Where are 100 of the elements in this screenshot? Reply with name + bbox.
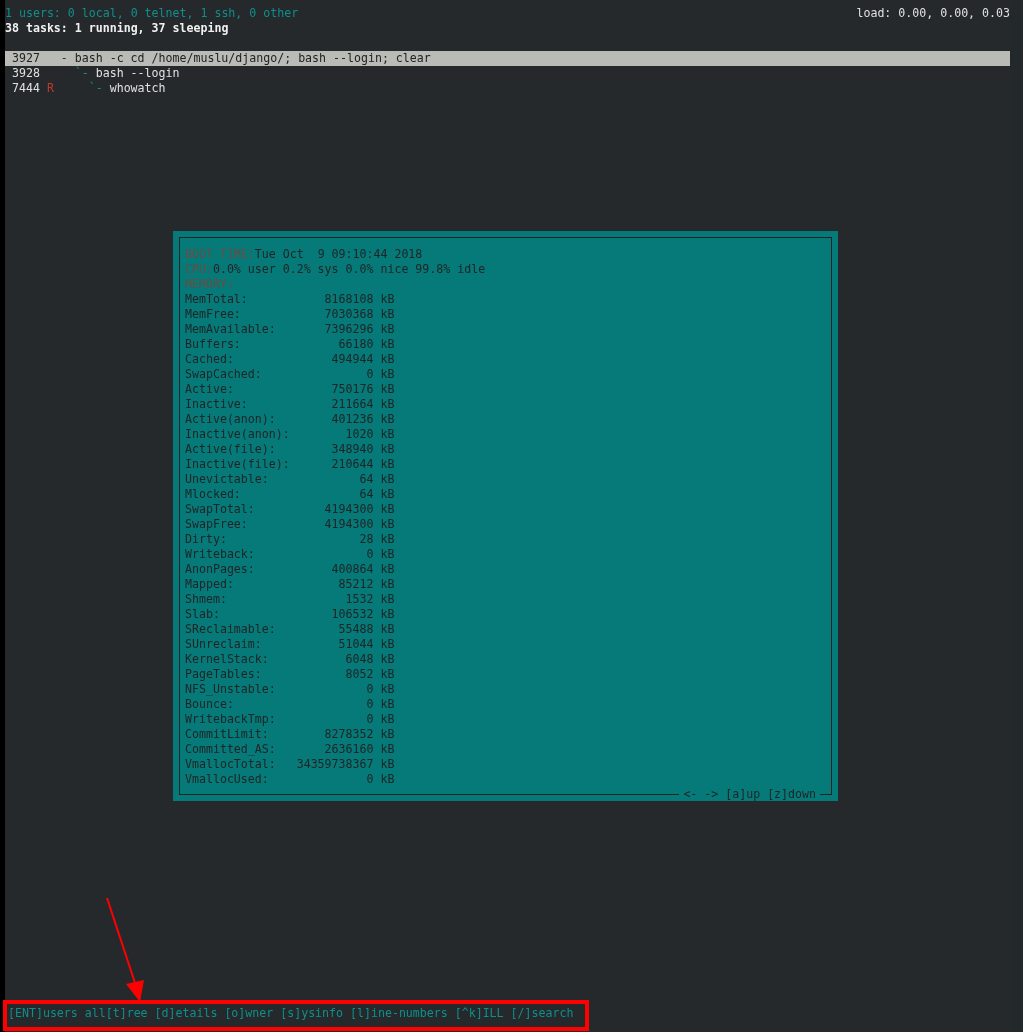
- memory-field-name: Active(file):: [185, 442, 277, 457]
- memory-field-value: 0: [365, 697, 374, 712]
- memory-field-name: Cached:: [185, 352, 235, 367]
- memory-field-name: SwapFree:: [185, 517, 249, 532]
- memory-field-name: Mapped:: [185, 577, 235, 592]
- memory-unit: kB: [380, 667, 395, 682]
- memory-field-name: SUnreclaim:: [185, 637, 263, 652]
- memory-field-value: 0: [365, 367, 374, 382]
- memory-field-value: 66180: [337, 337, 374, 352]
- memory-field-name: AnonPages:: [185, 562, 256, 577]
- memory-field-name: KernelStack:: [185, 652, 270, 667]
- memory-field-value: 28: [358, 532, 374, 547]
- memory-field-value: 106532: [330, 607, 374, 622]
- tasks-summary: 38 tasks: 1 running, 37 sleeping: [5, 21, 229, 36]
- memory-unit: kB: [380, 772, 395, 787]
- memory-field-value: 401236: [330, 412, 374, 427]
- memory-field-value: 750176: [330, 382, 374, 397]
- memory-field-value: 7030368: [323, 307, 374, 322]
- memory-unit: kB: [380, 292, 395, 307]
- memory-field-value: 8052: [344, 667, 374, 682]
- memory-field-value: 0: [365, 547, 374, 562]
- memory-unit: kB: [380, 412, 395, 427]
- memory-field-value: 211664: [330, 397, 374, 412]
- memory-field-value: 0: [365, 682, 374, 697]
- scroll-hint: <- -> [a]up [z]down: [679, 788, 820, 801]
- load-average: load: 0.00, 0.00, 0.03: [856, 6, 1010, 21]
- memory-field-value: 4194300: [323, 517, 374, 532]
- memory-unit: kB: [380, 307, 395, 322]
- memory-field-name: Unevictable:: [185, 472, 270, 487]
- memory-field-name: MemFree:: [185, 307, 242, 322]
- memory-field-value: 64: [358, 487, 374, 502]
- memory-field-value: 34359738367: [296, 757, 374, 772]
- memory-field-name: CommitLimit:: [185, 727, 270, 742]
- memory-unit: kB: [380, 517, 395, 532]
- memory-unit: kB: [380, 442, 395, 457]
- memory-field-value: 8168108: [323, 292, 374, 307]
- memory-field-name: Committed_AS:: [185, 742, 277, 757]
- memory-unit: kB: [380, 337, 395, 352]
- memory-field-name: NFS_Unstable:: [185, 682, 277, 697]
- memory-field-value: 210644: [330, 457, 374, 472]
- memory-unit: kB: [380, 712, 395, 727]
- memory-unit: kB: [380, 322, 395, 337]
- memory-field-name: Active:: [185, 382, 235, 397]
- memory-unit: kB: [380, 697, 395, 712]
- memory-field-name: Writeback:: [185, 547, 256, 562]
- memory-field-name: Dirty:: [185, 532, 228, 547]
- memory-field-name: Shmem:: [185, 592, 228, 607]
- memory-unit: kB: [380, 637, 395, 652]
- memory-unit: kB: [380, 682, 395, 697]
- memory-unit: kB: [380, 382, 395, 397]
- process-row[interactable]: 7444 R `- whowatch: [5, 81, 1010, 96]
- memory-field-value: 2636160: [323, 742, 374, 757]
- memory-field-name: Mlocked:: [185, 487, 242, 502]
- memory-field-name: Inactive:: [185, 397, 249, 412]
- memory-field-name: MemTotal:: [185, 292, 249, 307]
- process-row[interactable]: 3927 - bash -c cd /home/muslu/django/; bash --login; clear: [5, 51, 1010, 66]
- memory-field-name: SwapCached:: [185, 367, 263, 382]
- memory-unit: kB: [380, 727, 395, 742]
- process-row[interactable]: 3928 `- bash --login: [5, 66, 1010, 81]
- memory-field-name: VmallocTotal:: [185, 757, 277, 772]
- memory-unit: kB: [380, 607, 395, 622]
- memory-field-value: 64: [358, 472, 374, 487]
- memory-unit: kB: [380, 457, 395, 472]
- memory-unit: kB: [380, 547, 395, 562]
- memory-field-name: Inactive(file):: [185, 457, 291, 472]
- memory-field-name: Bounce:: [185, 697, 235, 712]
- memory-field-value: 51044: [337, 637, 374, 652]
- memory-unit: kB: [380, 652, 395, 667]
- memory-unit: kB: [380, 562, 395, 577]
- memory-field-name: Inactive(anon):: [185, 427, 291, 442]
- memory-unit: kB: [380, 427, 395, 442]
- memory-field-value: 400864: [330, 562, 374, 577]
- cpu-usage: 0.0% user 0.2% sys 0.0% nice 99.8% idle: [212, 262, 486, 277]
- memory-field-name: VmallocUsed:: [185, 772, 270, 787]
- memory-unit: kB: [380, 622, 395, 637]
- memory-field-name: SwapTotal:: [185, 502, 256, 517]
- memory-field-value: 85212: [337, 577, 374, 592]
- boot-time-label: BOOT TIME:: [185, 247, 255, 262]
- memory-field-value: 0: [365, 772, 374, 787]
- memory-unit: kB: [380, 502, 395, 517]
- memory-field-name: MemAvailable:: [185, 322, 277, 337]
- memory-field-value: 0: [365, 712, 374, 727]
- memory-field-value: 7396296: [323, 322, 374, 337]
- memory-label: MEMORY:: [185, 277, 234, 292]
- memory-unit: kB: [380, 592, 395, 607]
- key-help-text: [ENT]users all[t]ree [d]etails [o]wner [s]ysinfo [l]ine-numbers [^k]ILL [/]search: [8, 1006, 574, 1020]
- memory-field-name: WritebackTmp:: [185, 712, 277, 727]
- memory-field-name: PageTables:: [185, 667, 263, 682]
- memory-field-value: 6048: [344, 652, 374, 667]
- boot-time-value: Tue Oct 9 09:10:44 2018: [254, 247, 423, 262]
- memory-field-value: 1020: [344, 427, 374, 442]
- memory-field-name: Slab:: [185, 607, 221, 622]
- memory-field-value: 1532: [344, 592, 374, 607]
- memory-field-name: SReclaimable:: [185, 622, 277, 637]
- memory-field-name: Buffers:: [185, 337, 242, 352]
- memory-unit: kB: [380, 757, 395, 772]
- memory-field-name: Active(anon):: [185, 412, 277, 427]
- memory-unit: kB: [380, 577, 395, 592]
- memory-field-value: 55488: [337, 622, 374, 637]
- memory-unit: kB: [380, 367, 395, 382]
